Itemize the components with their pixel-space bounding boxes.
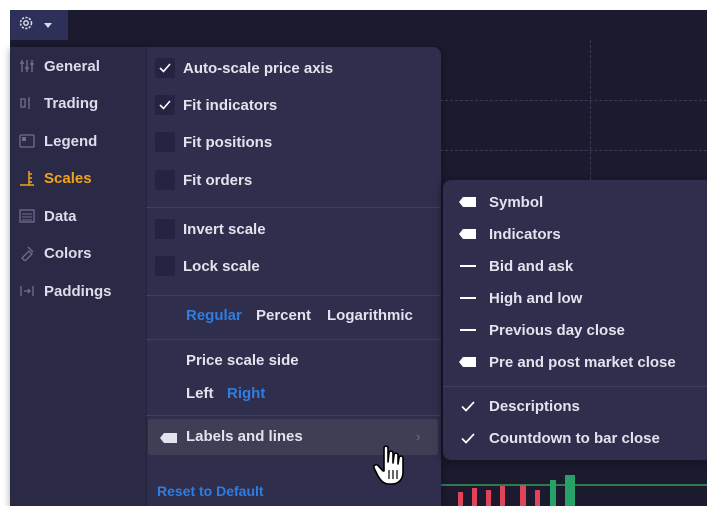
reset-to-default-link[interactable]: Reset to Default xyxy=(157,483,264,499)
lock-scale-option[interactable]: Lock scale xyxy=(155,253,260,279)
data-icon xyxy=(18,208,36,224)
scale-regular-option[interactable]: Regular xyxy=(186,307,242,324)
settings-sidebar: General Trading Legend Scales Data Color… xyxy=(10,47,147,506)
label-tag-icon xyxy=(160,431,178,449)
side-left-option[interactable]: Left xyxy=(186,385,214,402)
settings-button[interactable] xyxy=(10,10,68,40)
fit-orders-checkbox[interactable] xyxy=(155,170,175,190)
candle xyxy=(486,490,491,506)
submenu-item-high-low[interactable]: High and low xyxy=(457,285,582,311)
fit-indicators-checkbox[interactable] xyxy=(155,95,175,115)
fit-orders-label: Fit orders xyxy=(183,171,253,189)
sliders-icon xyxy=(18,58,36,74)
candle xyxy=(458,492,463,506)
sidebar-item-label: Data xyxy=(44,207,77,225)
paddings-icon xyxy=(18,283,36,299)
sidebar-item-label: Trading xyxy=(44,94,99,112)
submenu-item-pre-post-market[interactable]: Pre and post market close xyxy=(457,349,676,375)
fit-indicators-label: Fit indicators xyxy=(183,96,278,114)
line-icon xyxy=(457,291,479,305)
sidebar-item-paddings[interactable]: Paddings xyxy=(18,277,112,305)
legend-icon xyxy=(18,133,36,149)
invert-scale-label: Invert scale xyxy=(183,220,266,238)
submenu-item-label: Symbol xyxy=(489,193,544,211)
candle xyxy=(472,488,477,506)
invert-scale-checkbox[interactable] xyxy=(155,219,175,239)
scale-percent-option[interactable]: Percent xyxy=(256,307,311,324)
chevron-right-icon: › xyxy=(416,429,421,444)
divider xyxy=(146,339,441,340)
sidebar-item-colors[interactable]: Colors xyxy=(18,239,92,267)
settings-menu: General Trading Legend Scales Data Color… xyxy=(10,47,441,506)
grid-line xyxy=(440,150,707,151)
lock-scale-label: Lock scale xyxy=(183,257,260,275)
lock-scale-checkbox[interactable] xyxy=(155,256,175,276)
trading-icon xyxy=(18,95,36,111)
fit-positions-checkbox[interactable] xyxy=(155,132,175,152)
checkmark-icon xyxy=(457,431,479,445)
submenu-item-label: Bid and ask xyxy=(489,257,574,275)
sidebar-item-label: Colors xyxy=(44,244,92,262)
app-root: General Trading Legend Scales Data Color… xyxy=(0,0,707,506)
scale-logarithmic-option[interactable]: Logarithmic xyxy=(327,307,413,324)
auto-scale-checkbox[interactable] xyxy=(155,58,175,78)
candle xyxy=(565,475,575,506)
submenu-item-label: Descriptions xyxy=(489,397,580,415)
label-tag-icon xyxy=(457,195,479,209)
checkmark-icon xyxy=(159,100,171,110)
price-scale-side-label: Price scale side xyxy=(186,352,299,369)
line-icon xyxy=(457,323,479,337)
submenu-item-label: Countdown to bar close xyxy=(489,429,660,447)
colors-icon xyxy=(18,245,36,261)
label-tag-icon xyxy=(457,227,479,241)
sidebar-item-label: General xyxy=(44,57,100,75)
sidebar-item-legend[interactable]: Legend xyxy=(18,127,97,155)
divider xyxy=(146,207,441,208)
submenu-item-symbol[interactable]: Symbol xyxy=(457,189,543,215)
checkmark-icon xyxy=(159,63,171,73)
candle xyxy=(535,490,540,506)
sidebar-item-label: Legend xyxy=(44,132,98,150)
candle xyxy=(520,485,526,506)
candle xyxy=(550,480,556,506)
grid-line xyxy=(440,100,707,101)
hand-cursor-icon xyxy=(372,444,412,488)
sidebar-item-general[interactable]: General xyxy=(18,52,100,80)
auto-scale-label: Auto-scale price axis xyxy=(183,59,334,77)
submenu-item-descriptions[interactable]: Descriptions xyxy=(457,393,580,419)
candle xyxy=(500,486,505,506)
sidebar-item-label: Scales xyxy=(44,169,92,187)
submenu-item-label: High and low xyxy=(489,289,583,307)
submenu-item-bid-ask[interactable]: Bid and ask xyxy=(457,253,573,279)
fit-positions-option[interactable]: Fit positions xyxy=(155,129,272,155)
submenu-item-label: Previous day close xyxy=(489,321,625,339)
invert-scale-option[interactable]: Invert scale xyxy=(155,216,266,242)
submenu-item-previous-day-close[interactable]: Previous day close xyxy=(457,317,625,343)
fit-indicators-option[interactable]: Fit indicators xyxy=(155,92,277,118)
submenu-item-label: Pre and post market close xyxy=(489,353,676,371)
labels-and-lines-submenu: Symbol Indicators Bid and ask High and l… xyxy=(443,180,707,460)
checkmark-icon xyxy=(457,399,479,413)
label-tag-icon xyxy=(457,355,479,369)
side-right-option[interactable]: Right xyxy=(227,385,265,402)
submenu-item-countdown[interactable]: Countdown to bar close xyxy=(457,425,660,451)
sidebar-item-scales[interactable]: Scales xyxy=(18,164,92,192)
fit-orders-option[interactable]: Fit orders xyxy=(155,167,252,193)
divider xyxy=(146,295,441,296)
grid-line xyxy=(590,40,591,190)
divider xyxy=(443,386,707,387)
labels-and-lines-label: Labels and lines xyxy=(186,428,303,445)
gear-icon xyxy=(18,15,34,36)
sidebar-item-data[interactable]: Data xyxy=(18,202,77,230)
sidebar-item-trading[interactable]: Trading xyxy=(18,89,98,117)
line-icon xyxy=(457,259,479,273)
sidebar-item-label: Paddings xyxy=(44,282,112,300)
auto-scale-option[interactable]: Auto-scale price axis xyxy=(155,55,333,81)
fit-positions-label: Fit positions xyxy=(183,133,273,151)
divider xyxy=(146,415,441,416)
submenu-item-label: Indicators xyxy=(489,225,561,243)
submenu-item-indicators[interactable]: Indicators xyxy=(457,221,561,247)
caret-down-icon xyxy=(44,16,52,34)
scales-icon xyxy=(18,170,36,186)
